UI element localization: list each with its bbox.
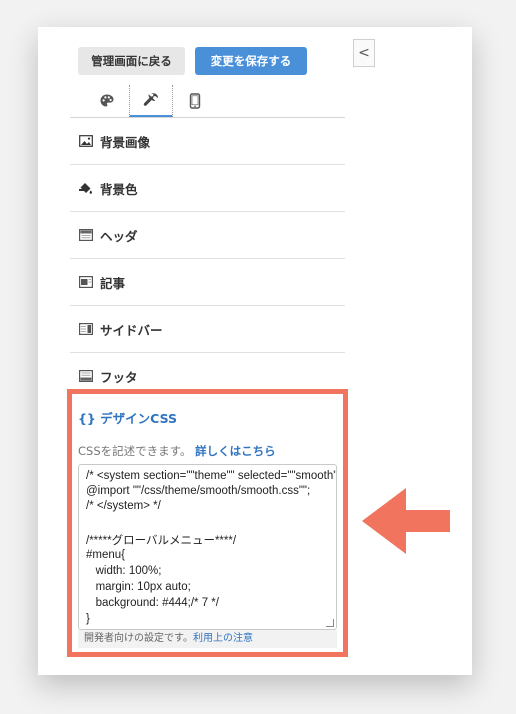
- code-line: background: #444;/* 7 */: [86, 597, 219, 609]
- tab-design[interactable]: [85, 85, 129, 117]
- customizer-panel: 管理画面に戻る 変更を保存する < 背景画像 背景色 ヘッダ 記事 サイドバー …: [67, 27, 375, 675]
- collapse-panel-button[interactable]: <: [353, 39, 375, 67]
- code-line: /* </system> */: [86, 500, 161, 512]
- code-line: width: 100%;: [86, 565, 162, 577]
- settings-tabs: [85, 85, 205, 117]
- usage-notes-link[interactable]: 利用上の注意: [193, 633, 253, 644]
- menu-item-background-color[interactable]: 背景色: [70, 165, 345, 212]
- code-line: #menu{: [86, 549, 126, 561]
- details-link[interactable]: 詳しくはこちら: [195, 444, 276, 458]
- design-css-description: CSSを記述できます。 詳しくはこちら: [78, 443, 276, 459]
- menu-item-label: フッタ: [100, 369, 138, 385]
- code-line: margin: 10px auto;: [86, 581, 191, 593]
- wrench-icon: [143, 93, 158, 106]
- design-css-title-label: デザインCSS: [100, 411, 178, 426]
- header-layout-icon: [78, 228, 94, 242]
- article-layout-icon: [78, 275, 94, 289]
- left-arrow-annotation-icon: [362, 488, 450, 554]
- menu-item-label: 記事: [100, 275, 126, 291]
- chevron-left-icon: <: [358, 45, 370, 61]
- paint-bucket-icon: [78, 181, 94, 195]
- menu-item-article[interactable]: 記事: [70, 259, 345, 306]
- developer-note: 開発者向けの設定です。利用上の注意: [78, 630, 337, 648]
- design-css-title[interactable]: {} デザインCSS: [78, 408, 177, 427]
- css-code-editor[interactable]: /* <system section=""theme"" selected=""…: [78, 464, 337, 630]
- design-css-section: {} デザインCSS CSSを記述できます。 詳しくはこちら /* <syste…: [67, 389, 348, 657]
- sidebar-layout-icon: [78, 322, 94, 336]
- back-to-admin-button[interactable]: 管理画面に戻る: [78, 47, 185, 75]
- tab-customize[interactable]: [129, 85, 173, 117]
- menu-item-label: ヘッダ: [100, 228, 138, 244]
- menu-item-label: 背景色: [100, 181, 138, 197]
- menu-item-label: 背景画像: [100, 134, 151, 150]
- menu-item-background-image[interactable]: 背景画像: [70, 118, 345, 165]
- braces-icon: {}: [78, 411, 96, 426]
- developer-note-text: 開発者向けの設定です。: [84, 633, 193, 644]
- code-line: @import ""/css/theme/smooth/smooth.css""…: [86, 485, 311, 497]
- customizer-window: 管理画面に戻る 変更を保存する < 背景画像 背景色 ヘッダ 記事 サイドバー …: [38, 27, 472, 675]
- menu-item-label: サイドバー: [100, 322, 163, 338]
- footer-layout-icon: [78, 369, 94, 383]
- menu-item-header[interactable]: ヘッダ: [70, 212, 345, 259]
- code-line: /* <system section=""theme"" selected=""…: [86, 470, 337, 482]
- menu-item-sidebar[interactable]: サイドバー: [70, 306, 345, 353]
- save-changes-button[interactable]: 変更を保存する: [195, 47, 307, 75]
- code-line: /*****グローバルメニュー****/: [86, 535, 237, 547]
- resize-handle-icon[interactable]: [326, 619, 334, 627]
- code-line: }: [86, 613, 90, 625]
- palette-icon: [100, 94, 114, 107]
- design-css-description-text: CSSを記述できます。: [78, 444, 192, 458]
- tab-mobile[interactable]: [173, 85, 217, 117]
- mobile-icon: [189, 93, 201, 109]
- image-icon: [78, 134, 94, 148]
